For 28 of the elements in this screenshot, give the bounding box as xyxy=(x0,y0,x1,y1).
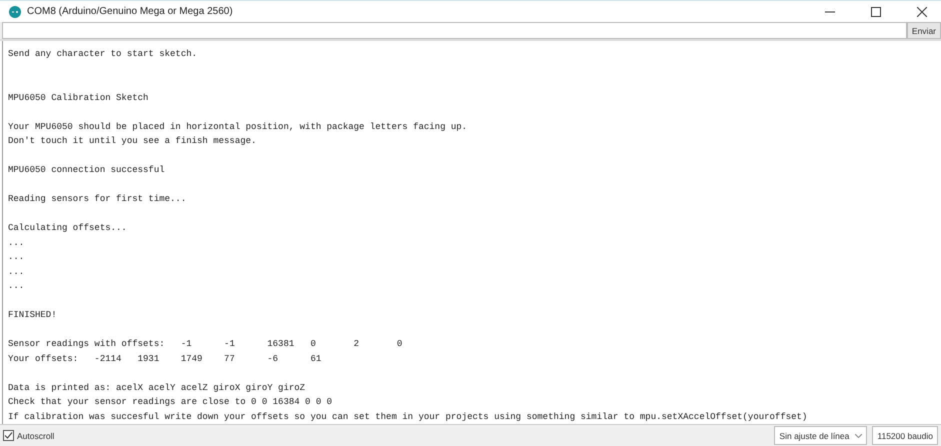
close-icon[interactable] xyxy=(917,6,927,17)
output-line: Your MPU6050 should be placed in horizontal position, with package letters facing up. xyxy=(8,120,468,134)
output-line: Check that your sensor readings are close to 0 0 16384 0 0 0 xyxy=(8,396,334,410)
output-line: MPU6050 Calibration Sketch xyxy=(8,92,150,105)
output-line: ... xyxy=(8,236,26,250)
baud-dropdown[interactable]: 115200 baudio xyxy=(872,426,938,446)
window-title: COM8 (Arduino/Genuino Mega or Mega 2560) xyxy=(27,6,233,18)
output-line: Don't touch it until you see a finish message. xyxy=(8,135,258,148)
output-line: Calculating offsets... xyxy=(8,222,128,236)
maximize-icon[interactable] xyxy=(871,6,881,17)
app-icon xyxy=(9,6,21,18)
output-line: ... xyxy=(8,251,26,264)
output-line: Sensor readings with offsets: -1 -1 16381 0 2 0 xyxy=(8,338,404,352)
output-line: Your offsets: -2114 1931 1749 77 -6 61 xyxy=(8,352,322,366)
output-line: FINISHED! xyxy=(8,309,58,322)
output-line: ... xyxy=(8,280,26,294)
line-ending-dropdown[interactable]: Sin ajuste de línea xyxy=(774,426,868,446)
send-button[interactable]: Enviar xyxy=(906,22,941,40)
output-line: If calibration was succesful write down your offsets so you can set them in your projects using something similar to mpu.setXAccelOffset(youroffset) xyxy=(8,410,808,424)
input-field[interactable] xyxy=(2,22,907,40)
output-line: Reading sensors for first time... xyxy=(8,193,188,206)
output-line: MPU6050 connection successful xyxy=(8,164,166,178)
output-line: Data is printed as: acelX acelY acelZ giroX giroY giroZ xyxy=(8,382,306,395)
output-line: Send any character to start sketch. xyxy=(8,48,198,62)
autoscroll-label: Autoscroll xyxy=(17,430,54,441)
caret-icon xyxy=(855,434,862,438)
autoscroll-checkbox[interactable] xyxy=(3,430,14,442)
output-line: ... xyxy=(8,266,26,279)
